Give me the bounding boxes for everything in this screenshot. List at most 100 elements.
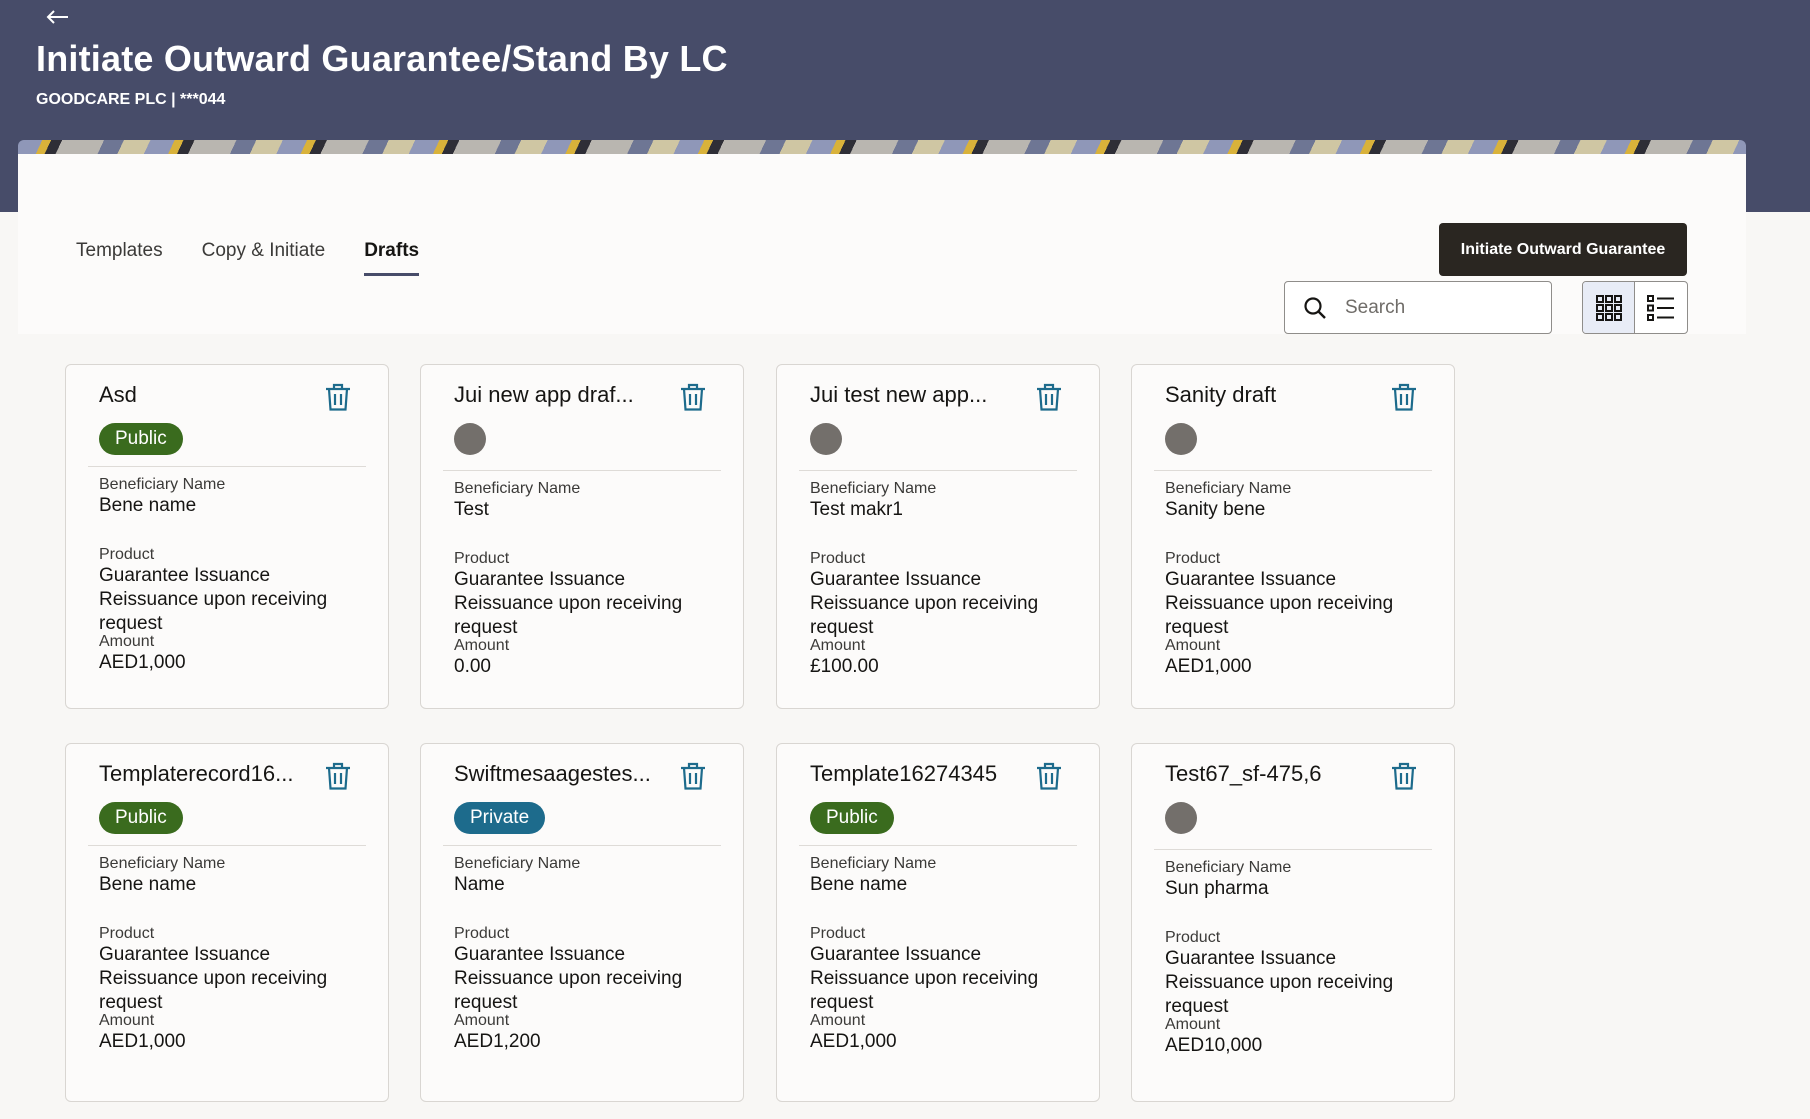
- page-title: Initiate Outward Guarantee/Stand By LC: [36, 38, 728, 79]
- draft-card[interactable]: Jui new app draf... Beneficiary Name Tes…: [420, 364, 744, 709]
- delete-draft-button[interactable]: [677, 759, 709, 793]
- draft-card[interactable]: Template16274345 Public Beneficiary Name…: [776, 743, 1100, 1102]
- amount-label: Amount: [1165, 1016, 1221, 1033]
- product-value: Guarantee Issuance Reissuance upon recei…: [810, 944, 1039, 1013]
- product-label: Product: [1165, 929, 1221, 946]
- product-label: Product: [99, 546, 155, 563]
- visibility-badge: Public: [99, 802, 183, 834]
- product-label: Product: [810, 550, 866, 567]
- party-subtitle: GOODCARE PLC | ***044: [36, 91, 226, 108]
- arrow-left-icon: [46, 10, 68, 24]
- draft-card[interactable]: Jui test new app... Beneficiary Name Tes…: [776, 364, 1100, 709]
- tab-copy-initiate[interactable]: Copy & Initiate: [202, 240, 326, 276]
- beneficiary-value: Bene name: [99, 874, 197, 895]
- visibility-badge: Public: [99, 423, 183, 455]
- delete-draft-button[interactable]: [1033, 759, 1065, 793]
- beneficiary-label: Beneficiary Name: [810, 855, 937, 872]
- list-view-icon: [1647, 294, 1674, 321]
- beneficiary-label: Beneficiary Name: [1165, 480, 1292, 497]
- delete-draft-button[interactable]: [1388, 759, 1420, 793]
- beneficiary-label: Beneficiary Name: [454, 855, 581, 872]
- card-divider: [88, 466, 366, 467]
- search-field[interactable]: [1284, 281, 1552, 334]
- product-value: Guarantee Issuance Reissuance upon recei…: [99, 944, 328, 1013]
- search-input[interactable]: [1345, 296, 1525, 319]
- beneficiary-label: Beneficiary Name: [99, 855, 226, 872]
- card-divider: [1154, 849, 1432, 850]
- header-banner-strip: [18, 140, 1746, 154]
- amount-value: AED1,000: [99, 652, 186, 673]
- card-divider: [88, 845, 366, 846]
- product-value: Guarantee Issuance Reissuance upon recei…: [1165, 948, 1394, 1017]
- back-button[interactable]: [40, 2, 74, 32]
- product-value: Guarantee Issuance Reissuance upon recei…: [99, 565, 328, 634]
- trash-icon: [1037, 383, 1061, 411]
- amount-label: Amount: [454, 637, 510, 654]
- visibility-badge: Private: [454, 802, 546, 834]
- draft-name[interactable]: Swiftmesaagestes...: [454, 761, 651, 787]
- card-divider: [1154, 470, 1432, 471]
- beneficiary-label: Beneficiary Name: [99, 476, 226, 493]
- beneficiary-value: Bene name: [99, 495, 197, 516]
- draft-name[interactable]: Templaterecord16...: [99, 761, 293, 787]
- delete-draft-button[interactable]: [677, 380, 709, 414]
- trash-icon: [681, 762, 705, 790]
- draft-name[interactable]: Sanity draft: [1165, 382, 1276, 408]
- product-label: Product: [454, 925, 510, 942]
- delete-draft-button[interactable]: [1388, 380, 1420, 414]
- grid-view-icon: [1595, 294, 1622, 321]
- draft-name[interactable]: Jui new app draf...: [454, 382, 634, 408]
- amount-value: AED1,200: [454, 1031, 541, 1052]
- tab-drafts[interactable]: Drafts: [364, 240, 420, 276]
- amount-value: 0.00: [454, 656, 491, 677]
- delete-draft-button[interactable]: [1033, 380, 1065, 414]
- list-view-button[interactable]: [1635, 282, 1687, 333]
- toolbar-panel: Templates Copy & Initiate Drafts Initiat…: [18, 154, 1746, 334]
- trash-icon: [1392, 762, 1416, 790]
- tab-bar: Templates Copy & Initiate Drafts: [76, 240, 458, 276]
- delete-draft-button[interactable]: [322, 759, 354, 793]
- amount-value: £100.00: [810, 656, 879, 677]
- product-value: Guarantee Issuance Reissuance upon recei…: [1165, 569, 1394, 638]
- beneficiary-value: Sanity bene: [1165, 499, 1266, 520]
- draft-card[interactable]: Sanity draft Beneficiary Name Sanity ben…: [1131, 364, 1455, 709]
- amount-label: Amount: [99, 1012, 155, 1029]
- product-label: Product: [99, 925, 155, 942]
- amount-value: AED1,000: [99, 1031, 186, 1052]
- beneficiary-value: Sun pharma: [1165, 878, 1269, 899]
- beneficiary-value: Test: [454, 499, 489, 520]
- product-value: Guarantee Issuance Reissuance upon recei…: [454, 944, 683, 1013]
- trash-icon: [1037, 762, 1061, 790]
- tab-templates[interactable]: Templates: [76, 240, 163, 276]
- draft-card[interactable]: Asd Public Beneficiary Name Bene name Pr…: [65, 364, 389, 709]
- card-divider: [443, 845, 721, 846]
- product-value: Guarantee Issuance Reissuance upon recei…: [810, 569, 1039, 638]
- beneficiary-label: Beneficiary Name: [810, 480, 937, 497]
- beneficiary-value: Name: [454, 874, 505, 895]
- amount-value: AED1,000: [810, 1031, 897, 1052]
- draft-name[interactable]: Test67_sf-475,6: [1165, 761, 1322, 787]
- beneficiary-value: Test makr1: [810, 499, 903, 520]
- initiate-outward-guarantee-button[interactable]: Initiate Outward Guarantee: [1439, 223, 1687, 276]
- search-icon: [1303, 295, 1329, 321]
- amount-value: AED1,000: [1165, 656, 1252, 677]
- amount-label: Amount: [810, 1012, 866, 1029]
- draft-card[interactable]: Swiftmesaagestes... Private Beneficiary …: [420, 743, 744, 1102]
- grid-view-button[interactable]: [1583, 282, 1636, 333]
- draft-name[interactable]: Jui test new app...: [810, 382, 987, 408]
- beneficiary-value: Bene name: [810, 874, 908, 895]
- trash-icon: [1392, 383, 1416, 411]
- amount-label: Amount: [810, 637, 866, 654]
- card-divider: [799, 470, 1077, 471]
- visibility-badge: Public: [810, 802, 894, 834]
- card-divider: [443, 470, 721, 471]
- status-dot: [1165, 802, 1197, 834]
- status-dot: [810, 423, 842, 455]
- draft-card[interactable]: Test67_sf-475,6 Beneficiary Name Sun pha…: [1131, 743, 1455, 1102]
- draft-card[interactable]: Templaterecord16... Public Beneficiary N…: [65, 743, 389, 1102]
- trash-icon: [326, 383, 350, 411]
- draft-name[interactable]: Template16274345: [810, 761, 997, 787]
- delete-draft-button[interactable]: [322, 380, 354, 414]
- trash-icon: [681, 383, 705, 411]
- draft-name[interactable]: Asd: [99, 382, 137, 408]
